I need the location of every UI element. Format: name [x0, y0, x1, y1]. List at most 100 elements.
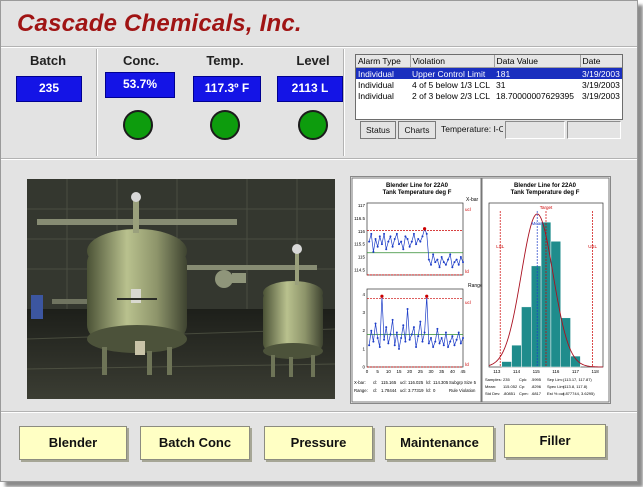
alarm-row[interactable]: Individual 2 of 3 below 2/3 LCL 18.70000…: [356, 90, 622, 101]
xbar-point: [368, 240, 371, 243]
xbar-point: [378, 235, 381, 238]
column-header[interactable]: Alarm Type: [356, 55, 411, 68]
lcl-label: lcl: [465, 269, 469, 274]
histogram-footer-text: .8296: [531, 384, 542, 389]
histogram-bar: [540, 221, 552, 368]
xbar-point: [449, 253, 452, 256]
xbar-point: [387, 240, 390, 243]
xbar-point: [423, 227, 427, 231]
xbar-point: [404, 235, 407, 238]
control-chart-footer-text: X-bar:: [354, 380, 366, 385]
level-status-indicator: [298, 110, 328, 140]
alarm-row[interactable]: Individual 4 of 5 below 1/3 LCL 31 3/19/…: [356, 79, 622, 90]
xbar-point: [389, 235, 392, 238]
xbar-point: [372, 250, 375, 253]
range-point: [415, 346, 418, 349]
range-point: [402, 324, 405, 327]
xbar-point: [395, 232, 398, 235]
range-point: [410, 333, 413, 336]
x-tick-label: 30: [428, 369, 434, 374]
status-divider: [1, 158, 637, 160]
x-tick-label: 25: [418, 369, 424, 374]
batch-label: Batch: [29, 53, 67, 68]
range-point: [374, 322, 377, 325]
histogram-tick-label: 118: [592, 369, 600, 374]
range-point: [430, 336, 432, 339]
xbar-point: [440, 256, 443, 258]
xbar-tick-label: 114.5: [354, 267, 365, 272]
histogram-bar: [531, 265, 542, 368]
histogram-footer-text: Cp:: [519, 384, 525, 389]
range-point: [406, 307, 409, 310]
concentration-label: Conc.: [122, 53, 160, 68]
range-point: [444, 331, 447, 334]
spc-charts-graphic: Blender Line for 22A0 Tank Temperature d…: [351, 177, 610, 403]
range-point: [400, 336, 403, 339]
batch-conc-button[interactable]: Batch Conc: [140, 426, 250, 460]
range-point: [383, 338, 386, 341]
range-point: [423, 331, 426, 334]
alarm-cell: 3/19/2003: [582, 79, 620, 90]
range-point: [459, 342, 462, 345]
range-point: [370, 329, 373, 332]
range-point: [385, 326, 388, 329]
control-chart-footer-text: 1.78444: [381, 388, 397, 393]
histogram-footer-text: Samples:: [485, 377, 502, 382]
status-button[interactable]: Status: [360, 121, 396, 139]
ucl-label: ucl: [465, 207, 471, 212]
histogram-tick-label: 115: [533, 369, 541, 374]
histogram-footer-text: .6817: [531, 391, 542, 396]
ucl-label: ucl: [465, 300, 471, 305]
control-chart-footer-text: cl:: [373, 380, 377, 385]
column-header[interactable]: Data Value: [494, 55, 581, 68]
range-axis-label: Range: [468, 283, 483, 289]
xbar-point: [425, 232, 428, 235]
xbar-point: [432, 253, 435, 256]
alarm-table[interactable]: Alarm Type Violation Data Value Date Ind…: [355, 54, 623, 120]
x-tick-label: 10: [386, 369, 392, 374]
pressure-button[interactable]: Pressure: [264, 426, 373, 460]
temperature-label: Temp.: [206, 53, 244, 68]
histogram-bar: [560, 317, 571, 368]
alarm-cell: Upper Control Limit: [410, 67, 494, 79]
histogram-bar: [511, 344, 522, 368]
xbar-point: [415, 243, 418, 246]
x-tick-label: 20: [407, 369, 413, 374]
temperature-chart-field: Temperature: I-Ch: [441, 124, 503, 134]
range-point: [436, 327, 439, 330]
xbar-tick-label: 115.5: [354, 242, 365, 247]
filler-button[interactable]: Filler: [504, 424, 606, 458]
xbar-tick-label: 115: [358, 255, 366, 260]
charts-button[interactable]: Charts: [398, 121, 436, 139]
histogram-footer-text: .5995: [531, 377, 542, 382]
column-header[interactable]: Date: [580, 55, 622, 68]
temperature-value: 117.3º F: [193, 76, 261, 102]
histogram-tick-label: 114: [513, 369, 521, 374]
alarm-cell: Individual: [356, 67, 410, 79]
control-chart-footer-text: 114.305: [433, 380, 449, 385]
histogram-footer-text: Std Dev:: [485, 391, 500, 396]
control-chart-footer-text: 115.165: [381, 380, 397, 385]
range-point: [372, 340, 375, 343]
xbar-point: [457, 263, 460, 266]
column-header[interactable]: Violation: [410, 55, 495, 68]
range-point: [378, 346, 381, 349]
xbar-point: [370, 232, 373, 235]
alarm-cell: 18.70000007629395: [496, 90, 574, 101]
x-tick-label: 15: [396, 369, 402, 374]
xbar-point: [419, 240, 422, 243]
xbar-point: [376, 245, 379, 248]
range-point: [455, 338, 458, 341]
range-point: [389, 333, 392, 336]
control-chart-title: Blender Line for 22A0: [386, 183, 449, 189]
alarm-row[interactable]: Individual Upper Control Limit 181 3/19/…: [356, 67, 622, 79]
range-point: [404, 340, 407, 343]
histogram-footer-text: Mean:: [485, 384, 496, 389]
histogram-bar: [550, 241, 561, 368]
lsl-label: LSL: [496, 244, 505, 249]
blender-button[interactable]: Blender: [19, 426, 127, 460]
maintenance-button[interactable]: Maintenance: [385, 426, 494, 460]
control-chart-footer-text: ucl:: [400, 388, 407, 393]
alarm-cell: Individual: [358, 79, 394, 90]
histogram-bar: [501, 361, 512, 368]
